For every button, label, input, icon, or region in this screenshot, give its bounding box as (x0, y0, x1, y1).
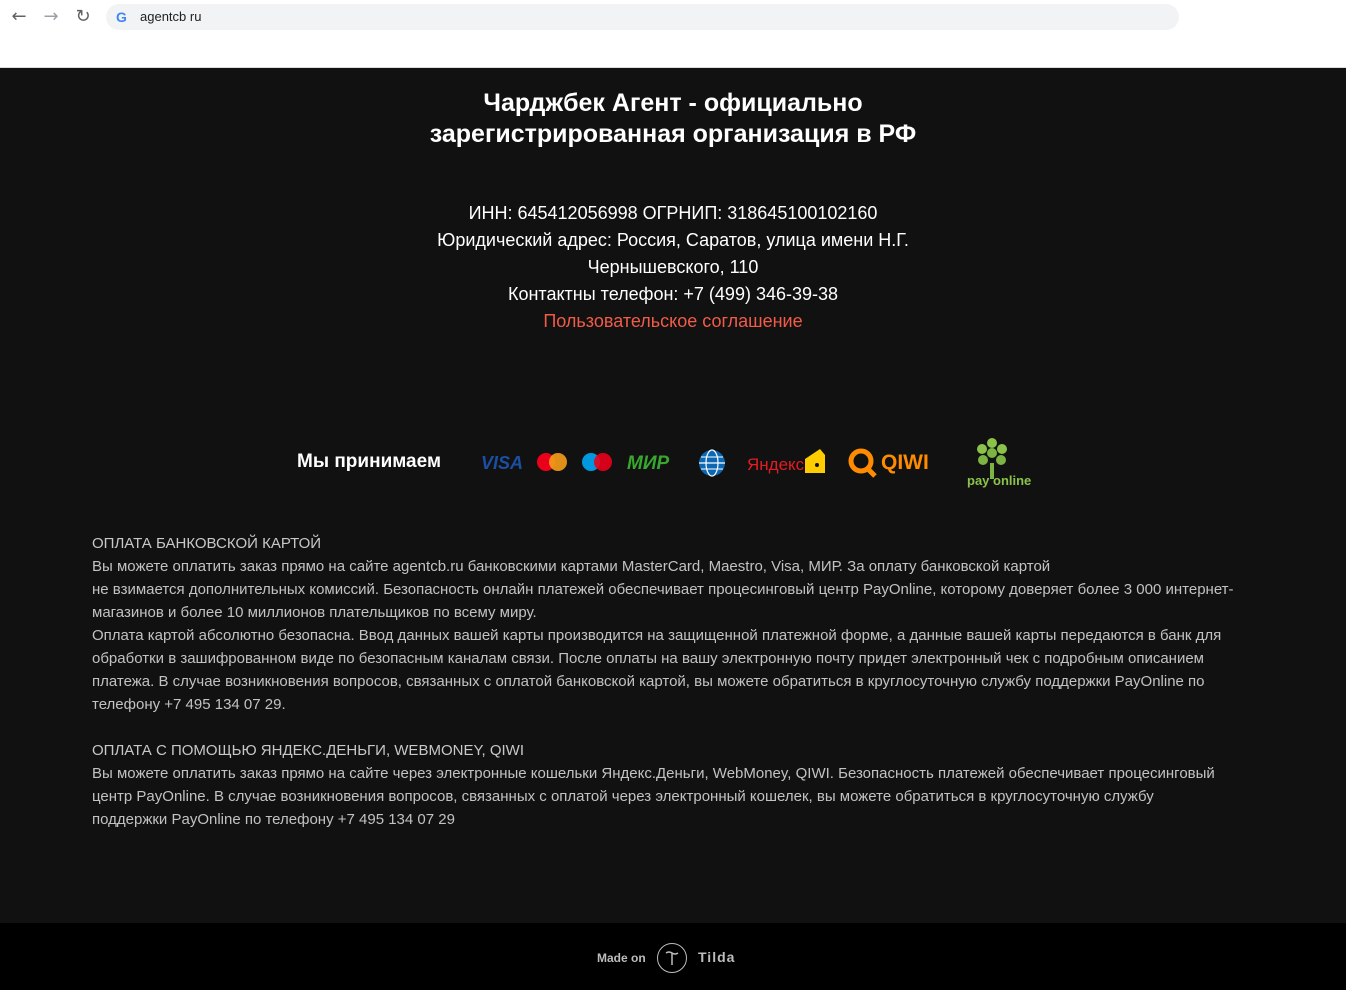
yandex-text: Яндекс (747, 455, 805, 474)
back-arrow-icon[interactable]: ← (8, 6, 30, 28)
e-wallet-text-3: поддержки PayOnline по телефону +7 495 1… (92, 811, 455, 828)
e-wallet-section: ОПЛАТА С ПОМОЩЬЮ ЯНДЕКС.ДЕНЬГИ, WEBMONEY… (92, 739, 1262, 831)
maestro-logo (582, 453, 612, 471)
made-on-label[interactable]: Made on (597, 951, 646, 965)
browser-toolbar: ← → ↻ G agentcb ru (0, 0, 1346, 68)
footer: Made on Tilda (0, 923, 1346, 990)
mastercard-logo (537, 453, 567, 471)
qiwi-text: QIWI (881, 451, 929, 474)
url-text[interactable]: agentcb ru (140, 9, 201, 25)
inn-ogrnip: ИНН: 645412056998 ОГРНИП: 31864510010216… (468, 203, 878, 223)
bank-card-heading: ОПЛАТА БАНКОВСКОЙ КАРТОЙ (92, 535, 322, 552)
forward-arrow-icon[interactable]: → (40, 6, 62, 28)
e-wallet-text-1: Вы можете оплатить заказ прямо на сайте … (92, 765, 1215, 782)
yandex-wallet-icon (805, 449, 825, 473)
address-bar[interactable]: G agentcb ru (106, 4, 1179, 30)
e-wallet-text-2: центр PayOnline. В случае возникновения … (92, 788, 1154, 805)
company-info: ИНН: 645412056998 ОГРНИП: 31864510010216… (0, 200, 1346, 335)
bank-card-text-4: Оплата картой абсолютно безопасна. Ввод … (92, 627, 1222, 644)
page-title: Чарджбек Агент - официально зарегистриро… (0, 88, 1346, 150)
bank-card-text-2: не взимается дополнительных комиссий. Бе… (92, 581, 1234, 598)
bank-card-text-6: платежа. В случае возникновения вопросов… (92, 673, 1205, 690)
bank-card-text-7: телефону +7 495 134 07 29. (92, 696, 286, 713)
bank-card-text-1: Вы можете оплатить заказ прямо на сайте … (92, 558, 1051, 575)
user-agreement-link[interactable]: Пользовательское соглашение (0, 308, 1346, 335)
we-accept-label: Мы принимаем (297, 451, 441, 472)
bank-card-section: ОПЛАТА БАНКОВСКОЙ КАРТОЙ Вы можете оплат… (92, 532, 1262, 716)
qiwi-logo-icon (848, 448, 877, 478)
bank-card-text-3: магазинов и более 10 миллионов плательщи… (92, 604, 537, 621)
reload-icon[interactable]: ↻ (72, 6, 94, 28)
title-line-2: зарегистрированная организация в РФ (429, 120, 917, 148)
legal-address-line-2: Чернышевского, 110 (587, 257, 759, 277)
page-content: Чарджбек Агент - официально зарегистриро… (0, 68, 1346, 923)
contact-phone: Контактны телефон: +7 (499) 346-39-38 (507, 284, 839, 304)
payment-methods: Мы принимаем VISA МИР Яндекс QIWI pay on… (0, 433, 1346, 503)
mir-logo: МИР (627, 453, 670, 474)
webmoney-globe-icon (699, 449, 725, 477)
e-wallet-heading: ОПЛАТА С ПОМОЩЬЮ ЯНДЕКС.ДЕНЬГИ, WEBMONEY… (92, 742, 525, 759)
legal-address-line-1: Юридический адрес: Россия, Саратов, улиц… (437, 230, 909, 250)
yandex-money-logo: Яндекс (747, 455, 804, 475)
tilda-logo-icon[interactable] (657, 943, 687, 973)
tilda-t-glyph (665, 951, 679, 965)
payonline-text: pay online (967, 473, 1032, 488)
tilda-brand[interactable]: Tilda (698, 949, 735, 965)
bank-card-text-5: обработки в зашифрованном виде по безопа… (92, 650, 1204, 667)
visa-logo: VISA (481, 453, 524, 473)
title-line-1: Чарджбек Агент - официально (483, 89, 863, 117)
google-icon: G (116, 9, 127, 25)
